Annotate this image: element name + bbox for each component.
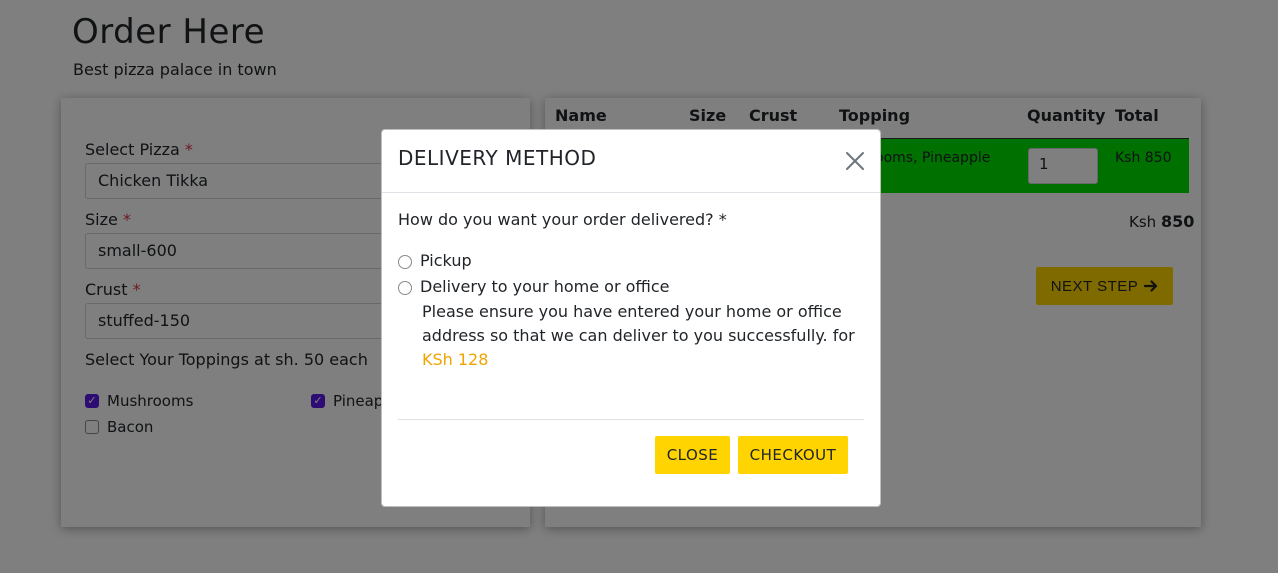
delivery-note: Please ensure you have entered your home… <box>422 300 867 372</box>
delivery-question: How do you want your order delivered? * <box>398 210 727 229</box>
pickup-label: Pickup <box>420 251 472 270</box>
modal-title: DELIVERY METHOD <box>398 146 597 170</box>
checkout-button[interactable]: CHECKOUT <box>738 436 848 474</box>
delivery-method-modal: DELIVERY METHOD How do you want your ord… <box>381 129 881 507</box>
close-button[interactable]: CLOSE <box>655 436 730 474</box>
close-icon[interactable] <box>844 150 866 172</box>
radio-unselected-icon[interactable] <box>398 255 412 269</box>
radio-unselected-icon[interactable] <box>398 281 412 295</box>
modal-footer-divider <box>398 419 864 420</box>
delivery-note-text: Please ensure you have entered your home… <box>422 302 855 345</box>
home-delivery-label: Delivery to your home or office <box>420 277 670 296</box>
pickup-option[interactable]: Pickup <box>398 251 472 270</box>
home-delivery-option[interactable]: Delivery to your home or office <box>398 277 670 296</box>
modal-header-divider <box>382 192 880 193</box>
delivery-fee: KSh 128 <box>422 350 489 369</box>
